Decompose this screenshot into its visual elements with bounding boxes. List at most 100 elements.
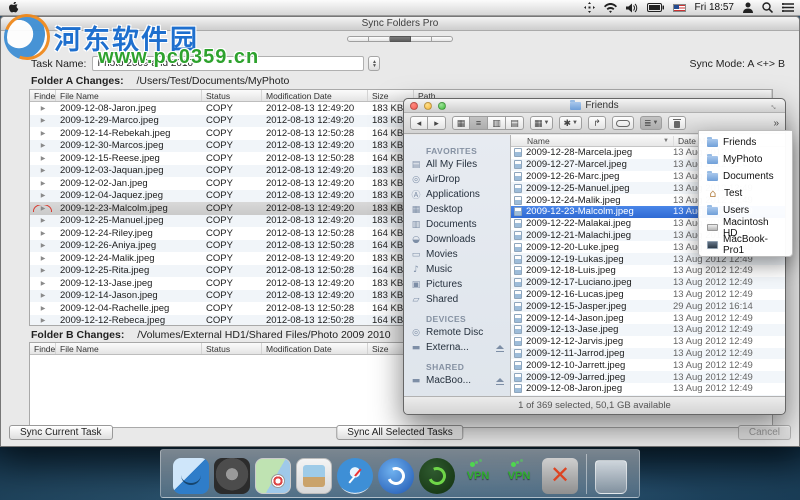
sidebar-entry[interactable]: ▬ Externa... <box>404 340 510 355</box>
finder-title-bar[interactable]: Friends ↔ <box>404 99 785 113</box>
sidebar-entry[interactable]: ▱ Shared <box>404 292 510 307</box>
vpn2-dock-icon[interactable]: VPN <box>501 458 537 494</box>
column-header-finder[interactable]: Finder <box>30 90 56 101</box>
menu-bar-clock[interactable]: Fri 18:57 <box>695 2 734 13</box>
wifi-icon[interactable] <box>603 2 617 13</box>
sidebar-entry[interactable]: ▣ Pictures <box>404 277 510 292</box>
overflow-chevron-icon[interactable]: » <box>773 118 779 129</box>
sidebar-entry[interactable]: SHARED <box>404 361 510 373</box>
sidebar-entry[interactable]: ◎ Remote Disc <box>404 325 510 340</box>
trash-icon[interactable] <box>668 116 687 130</box>
column-view-icon[interactable]: ▥ <box>488 116 506 130</box>
task-stepper[interactable]: ▲ ▼ <box>368 56 381 71</box>
sidebar-entry[interactable]: DEVICES <box>404 313 510 325</box>
system-preferences-dock-icon[interactable] <box>214 458 250 494</box>
2009-12-13-Jase.jpeg[interactable]: 2009-12-13-Jase.jpeg 13 Aug 2012 12:49 <box>511 323 785 336</box>
column-header-file-name[interactable]: File Name <box>56 90 202 101</box>
universal-access-icon[interactable] <box>583 2 595 13</box>
sidebar-entry[interactable]: ◎ AirDrop <box>404 172 510 187</box>
app-window-title[interactable]: Sync Folders Pro <box>1 17 799 31</box>
disclosure-triangle-icon[interactable]: ▶ <box>30 130 56 137</box>
maps-dock-icon[interactable] <box>255 458 291 494</box>
disclosure-triangle-icon[interactable]: ▶ <box>30 217 56 224</box>
coverflow-view-icon[interactable]: ▤ <box>506 116 524 130</box>
finder-dock-icon[interactable] <box>173 458 209 494</box>
2009-12-17-Luciano.jpeg[interactable]: 2009-12-17-Luciano.jpeg 13 Aug 2012 12:4… <box>511 276 785 289</box>
disclosure-triangle-icon[interactable]: ▶ <box>30 317 56 324</box>
sidebar-entry[interactable]: FAVORITES <box>404 145 510 157</box>
disclosure-triangle-icon[interactable]: ▶ <box>30 204 56 212</box>
icon-view-icon[interactable]: ▦ <box>452 116 470 130</box>
spotlight-icon[interactable] <box>762 2 773 13</box>
disclosure-triangle-icon[interactable]: ▶ <box>30 180 56 187</box>
path-menu-icon[interactable]: ≣ ▼ <box>639 116 663 130</box>
safari-dock-icon[interactable] <box>337 458 373 494</box>
back-icon[interactable]: ◂ <box>410 116 428 130</box>
column-header-file-name[interactable]: File Name <box>56 343 202 354</box>
2009-12-08-Jaron.jpeg[interactable]: 2009-12-08-Jaron.jpeg 13 Aug 2012 12:49 <box>511 383 785 395</box>
disclosure-triangle-icon[interactable]: ▶ <box>30 167 56 174</box>
column-header-modification-date[interactable]: Modification Date <box>262 343 368 354</box>
column-header-modification-date[interactable]: Modification Date <box>262 90 368 101</box>
sync-all-selected-tasks-button[interactable]: Sync All Selected Tasks <box>336 425 464 440</box>
app-tab[interactable] <box>369 36 390 42</box>
notification-center-icon[interactable] <box>782 2 794 13</box>
sync-folders-blue-dock-icon[interactable] <box>378 458 414 494</box>
list-view-icon[interactable]: ≡ <box>470 116 488 130</box>
sidebar-entry[interactable]: ▦ Desktop <box>404 202 510 217</box>
disclosure-triangle-icon[interactable]: ▶ <box>30 192 56 199</box>
forward-icon[interactable]: ▸ <box>428 116 446 130</box>
name-column-header[interactable]: Name ▼ <box>511 136 673 146</box>
battery-icon[interactable] <box>646 3 664 12</box>
sidebar-entry[interactable]: Ⓐ Applications <box>404 187 510 202</box>
2009-12-09-Jarred.jpeg[interactable]: 2009-12-09-Jarred.jpeg 13 Aug 2012 12:49 <box>511 371 785 383</box>
2009-12-18-Luis.jpeg[interactable]: 2009-12-18-Luis.jpeg 13 Aug 2012 12:49 <box>511 265 785 277</box>
disclosure-triangle-icon[interactable]: ▶ <box>30 105 56 112</box>
eject-icon[interactable] <box>496 344 504 352</box>
disclosure-triangle-icon[interactable]: ▶ <box>30 155 56 162</box>
2009-12-10-Jarrett.jpeg[interactable]: 2009-12-10-Jarrett.jpeg 13 Aug 2012 12:4… <box>511 359 785 371</box>
2009-12-11-Jarrod.jpeg[interactable]: 2009-12-11-Jarrod.jpeg 13 Aug 2012 12:49 <box>511 347 785 360</box>
2009-12-16-Lucas.jpeg[interactable]: 2009-12-16-Lucas.jpeg 13 Aug 2012 12:49 <box>511 289 785 301</box>
preview-dock-icon[interactable] <box>296 458 332 494</box>
tags-icon[interactable] <box>611 116 634 130</box>
task-name-input[interactable] <box>92 56 365 71</box>
column-header-status[interactable]: Status <box>202 90 262 101</box>
vpn-dock-icon[interactable]: VPN <box>460 458 496 494</box>
2009-12-15-Jasper.jpeg[interactable]: 2009-12-15-Jasper.jpeg 29 Aug 2012 16:14 <box>511 300 785 313</box>
disclosure-triangle-icon[interactable]: ▶ <box>30 117 56 124</box>
path-menu-item[interactable]: Documents <box>699 168 792 185</box>
sidebar-entry[interactable]: ♪ Music <box>404 262 510 277</box>
path-menu-item[interactable]: Test <box>699 185 792 202</box>
disclosure-triangle-icon[interactable]: ▶ <box>30 242 56 249</box>
sync-folders-green-dock-icon[interactable] <box>419 458 455 494</box>
action-gear-icon[interactable]: ✱ ▼ <box>559 116 582 130</box>
apple-menu-icon[interactable] <box>6 1 20 14</box>
app-tab[interactable] <box>390 36 411 42</box>
sync-current-task-button[interactable]: Sync Current Task <box>9 425 113 440</box>
path-menu-item[interactable]: Friends <box>699 134 792 151</box>
disclosure-triangle-icon[interactable]: ▶ <box>30 292 56 299</box>
trash-dock-icon[interactable] <box>595 460 627 494</box>
arrange-icon[interactable]: ▦ ▼ <box>530 116 554 130</box>
volume-icon[interactable] <box>625 3 638 13</box>
2009-12-12-Jarvis.jpeg[interactable]: 2009-12-12-Jarvis.jpeg 13 Aug 2012 12:49 <box>511 336 785 348</box>
us-flag-icon[interactable] <box>672 3 686 12</box>
user-icon[interactable] <box>743 2 753 13</box>
path-menu-item[interactable]: MyPhoto <box>699 151 792 168</box>
app-tab[interactable] <box>347 36 369 42</box>
eject-icon[interactable] <box>496 377 504 385</box>
column-header-finder[interactable]: Finder <box>30 343 56 354</box>
uninstaller-dock-icon[interactable] <box>542 458 578 494</box>
sidebar-entry[interactable]: ▭ Movies <box>404 247 510 262</box>
sidebar-entry[interactable]: ▬ MacBoo... <box>404 373 510 388</box>
sidebar-entry[interactable]: ▥ Documents <box>404 217 510 232</box>
sidebar-entry[interactable]: ▤ All My Files <box>404 157 510 172</box>
app-tab[interactable] <box>411 36 432 42</box>
disclosure-triangle-icon[interactable]: ▶ <box>30 305 56 312</box>
cancel-button[interactable]: Cancel <box>737 425 791 440</box>
disclosure-triangle-icon[interactable]: ▶ <box>30 267 56 274</box>
disclosure-triangle-icon[interactable]: ▶ <box>30 255 56 262</box>
column-header-status[interactable]: Status <box>202 343 262 354</box>
sidebar-entry[interactable]: ◒ Downloads <box>404 232 510 247</box>
